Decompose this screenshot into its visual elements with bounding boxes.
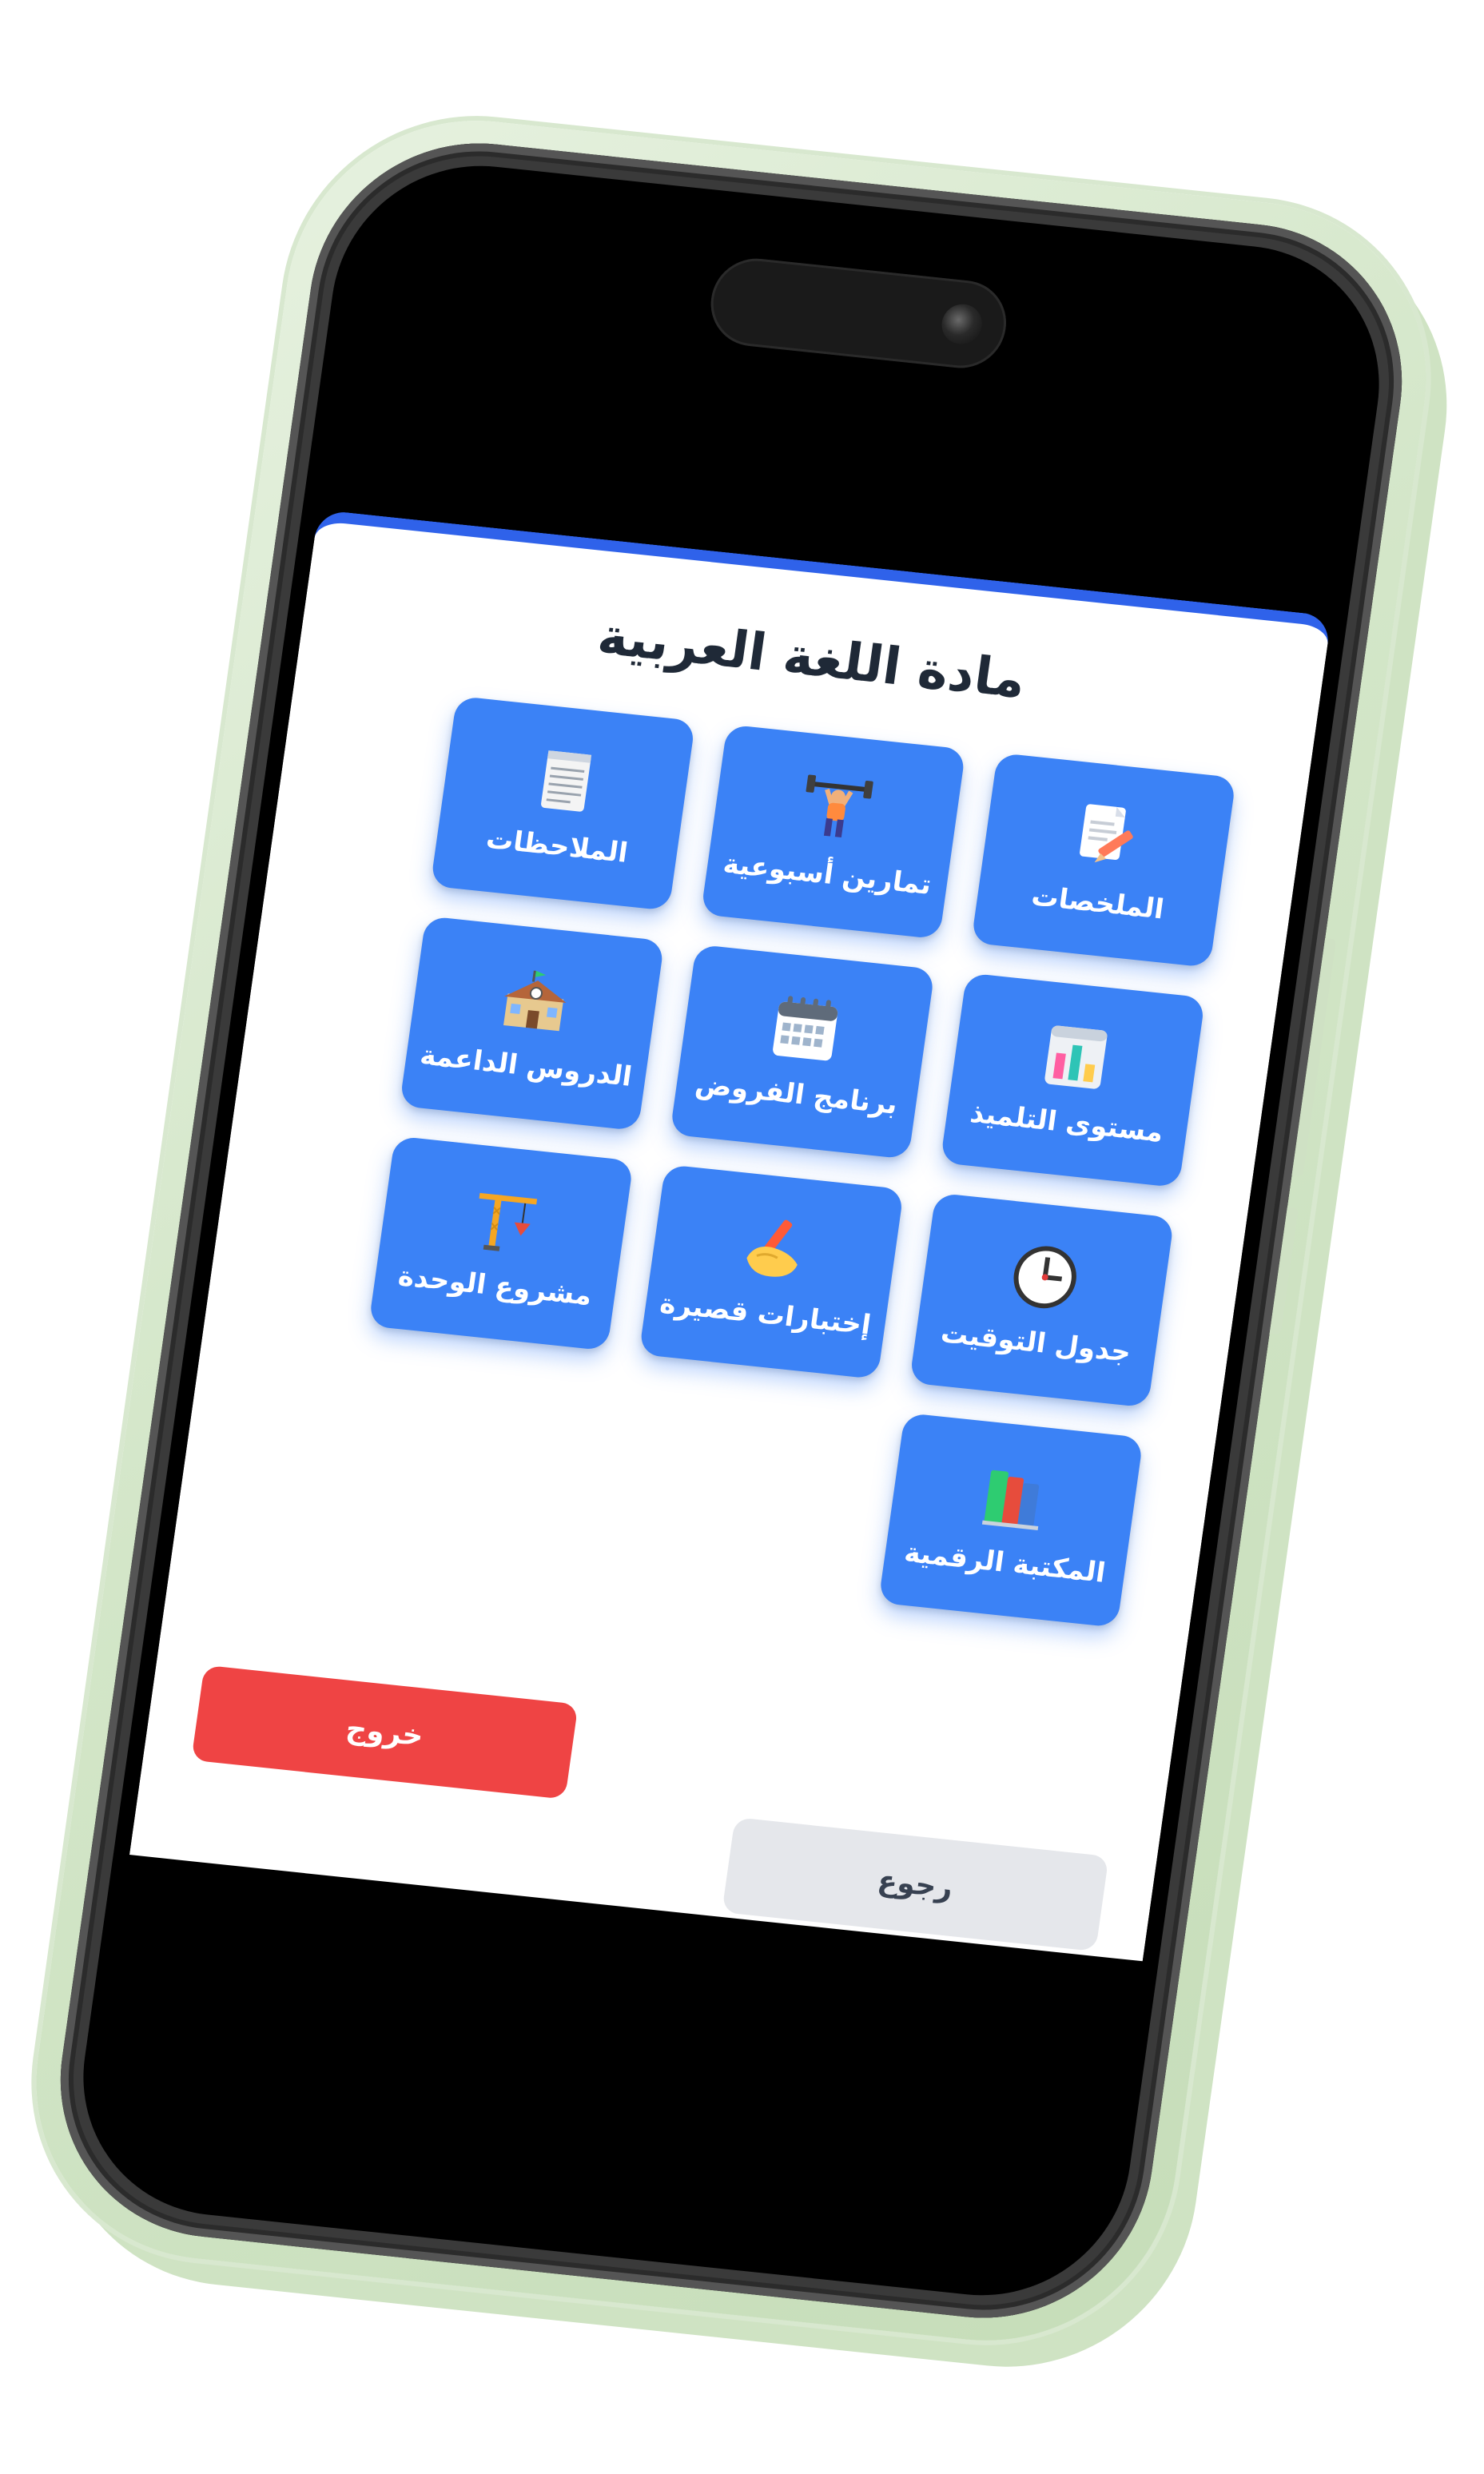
construction-crane-icon bbox=[479, 1192, 538, 1251]
tile-label: جدول التوقيت bbox=[938, 1317, 1133, 1369]
tile-label: تمارين أسبوعية bbox=[721, 847, 933, 901]
tile-short-quizzes[interactable]: إختبارات قصيرة bbox=[639, 1163, 905, 1380]
document-pencil-icon bbox=[1080, 804, 1133, 863]
writing-hand-icon bbox=[746, 1219, 798, 1277]
notepad-icon bbox=[541, 750, 592, 812]
back-button[interactable]: رجوع bbox=[722, 1817, 1109, 1952]
tile-label: مشروع الوحدة bbox=[396, 1259, 595, 1312]
school-building-icon bbox=[503, 970, 567, 1032]
tile-digital-library[interactable]: المكتبة الرقمية bbox=[878, 1412, 1144, 1628]
phone-mockup: مادة اللغة العربية الملخصات تمارين أسبوع… bbox=[12, 102, 1450, 2359]
camera-icon bbox=[939, 302, 985, 347]
tile-notes[interactable]: الملاحظات bbox=[430, 695, 696, 911]
tile-weekly-exercises[interactable]: تمارين أسبوعية bbox=[700, 724, 966, 940]
tile-homework-schedule[interactable]: برنامج الفروض bbox=[670, 944, 935, 1159]
app-panel: مادة اللغة العربية الملخصات تمارين أسبوع… bbox=[129, 509, 1332, 1962]
tile-student-level[interactable]: مستوى التلميذ bbox=[940, 972, 1206, 1188]
books-icon bbox=[981, 1470, 1040, 1530]
tile-label: الملخصات bbox=[1029, 880, 1166, 926]
dynamic-island bbox=[705, 254, 1013, 372]
tile-label: الملاحظات bbox=[483, 822, 630, 869]
menu-grid: الملخصات تمارين أسبوعية الملاحظات مستوى … bbox=[247, 686, 1237, 1628]
tile-label: برنامج الفروض bbox=[693, 1068, 900, 1121]
tile-timetable[interactable]: جدول التوقيت bbox=[909, 1192, 1175, 1408]
tile-label: إختبارات قصيرة bbox=[658, 1287, 873, 1342]
clock-icon bbox=[1013, 1246, 1076, 1309]
tile-support-lessons[interactable]: الدروس الداعمة bbox=[399, 916, 665, 1132]
tile-summaries[interactable]: الملخصات bbox=[971, 752, 1237, 969]
tile-unit-project[interactable]: مشروع الوحدة bbox=[368, 1136, 634, 1351]
tile-label: المكتبة الرقمية bbox=[902, 1536, 1108, 1589]
tile-label: الدروس الداعمة bbox=[418, 1039, 635, 1093]
calendar-icon bbox=[773, 996, 838, 1061]
mockup-stage: مادة اللغة العربية الملخصات تمارين أسبوع… bbox=[0, 0, 1484, 2474]
bar-chart-icon bbox=[1044, 1025, 1108, 1089]
exit-button[interactable]: خروج bbox=[191, 1665, 579, 1800]
tile-label: مستوى التلميذ bbox=[968, 1096, 1166, 1149]
weightlifter-icon bbox=[806, 774, 873, 838]
action-buttons: رجوع خروج bbox=[183, 1665, 1115, 1952]
